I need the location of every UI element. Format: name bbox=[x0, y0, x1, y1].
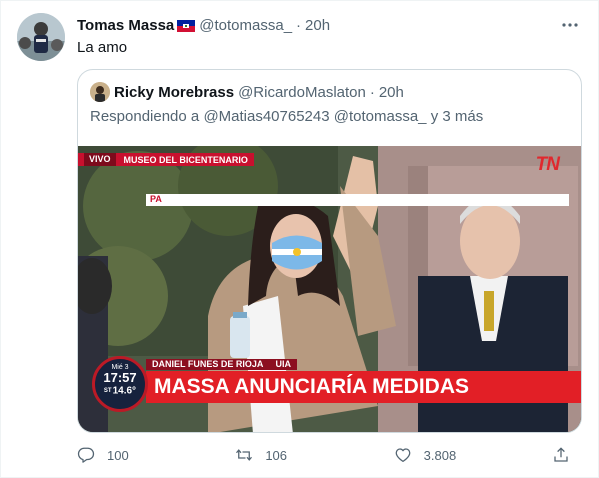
news-headline: MASSA ANUNCIARÍA MEDIDAS bbox=[146, 371, 581, 403]
reply-suffix[interactable]: y 3 más bbox=[431, 108, 484, 125]
like-count: 3.808 bbox=[423, 447, 457, 463]
tweet-text: La amo bbox=[77, 39, 128, 56]
author-name[interactable]: Tomas Massa bbox=[77, 17, 174, 34]
ticker-strip: PA bbox=[146, 194, 569, 206]
speaker-name: DANIEL FUNES DE RIOJA bbox=[152, 359, 264, 369]
tweet-actions: 100 106 3.808 bbox=[77, 443, 582, 467]
retweet-count: 106 bbox=[265, 447, 288, 463]
quoted-timestamp[interactable]: 20h bbox=[379, 84, 404, 101]
replying-to-line: Respondiendo a @Matias40765243 @totomass… bbox=[90, 108, 483, 125]
share-button[interactable] bbox=[552, 446, 582, 464]
reply-mentions[interactable]: @Matias40765243 @totomassa_ bbox=[203, 108, 426, 125]
like-button[interactable]: 3.808 bbox=[394, 446, 514, 464]
retweet-button[interactable]: 106 bbox=[235, 446, 355, 464]
speaker-org: UIA bbox=[275, 359, 292, 369]
speaker-strip: DANIEL FUNES DE RIOJA UIA bbox=[146, 359, 298, 370]
reply-icon bbox=[77, 447, 95, 463]
clock-time: 17:57 bbox=[103, 370, 137, 385]
live-label: VIVO bbox=[84, 153, 116, 166]
retweet-icon bbox=[236, 449, 253, 461]
quoted-author-name[interactable]: Ricky Morebrass bbox=[114, 84, 234, 101]
quoted-author-handle[interactable]: @RicardoMaslaton bbox=[238, 84, 366, 101]
location-label: MUSEO DEL BICENTENARIO bbox=[123, 154, 248, 165]
haiti-flag-icon bbox=[177, 19, 196, 32]
share-icon bbox=[554, 447, 568, 462]
quoted-tweet[interactable]: Ricky Morebrass @RicardoMaslaton · 20h R… bbox=[77, 69, 582, 433]
tweet-header: Tomas Massa @totomassa_ · 20h bbox=[77, 15, 330, 35]
channel-logo: TN bbox=[535, 154, 560, 175]
temperature-label: ST bbox=[103, 388, 112, 394]
separator-dot: · bbox=[369, 83, 375, 101]
author-handle[interactable]: @totomassa_ bbox=[199, 17, 292, 34]
temperature-value: 14.6° bbox=[112, 385, 137, 397]
tweet-timestamp[interactable]: 20h bbox=[305, 17, 330, 34]
quoted-header: Ricky Morebrass @RicardoMaslaton · 20h bbox=[90, 82, 404, 102]
clock-badge: Mié 3 17:57 ST14.6° bbox=[92, 356, 148, 412]
reply-count: 100 bbox=[107, 447, 129, 463]
separator-dot: · bbox=[296, 16, 302, 34]
quoted-author-avatar[interactable] bbox=[90, 82, 110, 102]
reply-prefix: Respondiendo a bbox=[90, 108, 200, 125]
reply-button[interactable]: 100 bbox=[77, 446, 197, 464]
more-options-icon[interactable] bbox=[560, 15, 580, 35]
lower-third-graphic: DANIEL FUNES DE RIOJA UIA MASSA ANUNCIAR… bbox=[92, 356, 581, 412]
heart-icon bbox=[395, 448, 411, 463]
temperature: ST14.6° bbox=[95, 385, 145, 398]
live-banner: VIVO MUSEO DEL BICENTENARIO bbox=[78, 153, 254, 166]
tweet-card[interactable]: Tomas Massa @totomassa_ · 20h La amo Ric… bbox=[0, 0, 599, 478]
tweet-media-image[interactable]: VIVO MUSEO DEL BICENTENARIO TN DANIEL FU… bbox=[78, 146, 581, 432]
author-avatar[interactable] bbox=[17, 13, 65, 61]
